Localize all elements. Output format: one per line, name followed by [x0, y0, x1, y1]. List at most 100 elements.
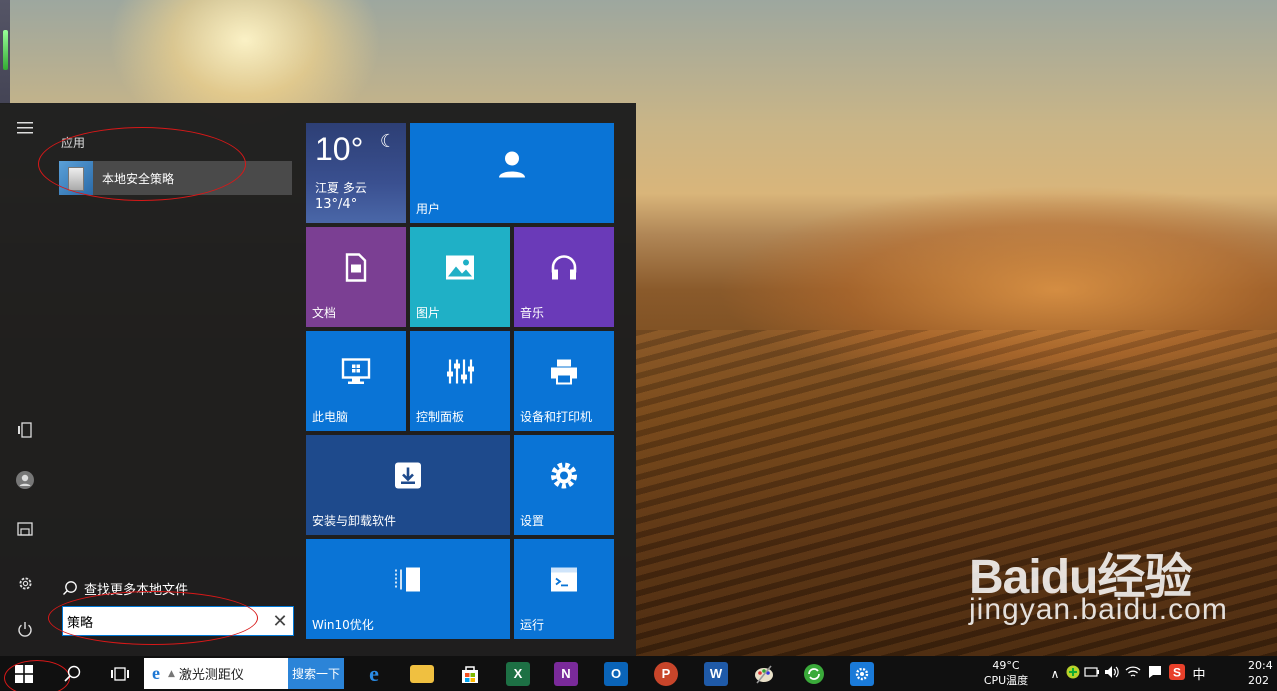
taskbar-edge[interactable]: e [350, 656, 398, 691]
tile-devices-printers[interactable]: 设备和打印机 [514, 331, 614, 431]
network-icon[interactable] [1122, 665, 1144, 682]
taskbar-refresh-app[interactable] [790, 656, 838, 691]
section-label-apps: 应用 [61, 136, 86, 150]
store-icon [462, 665, 478, 683]
tile-run[interactable]: 运行 [514, 539, 614, 639]
tile-label: 运行 [520, 618, 545, 632]
headphones-icon [549, 253, 579, 286]
install-box-icon [393, 461, 423, 494]
picture-icon [445, 255, 475, 284]
address-text: 激光测距仪 [178, 668, 244, 683]
tile-label: 设置 [520, 514, 545, 528]
tile-label: 控制面板 [416, 410, 465, 424]
taskbar-search-button[interactable] [48, 656, 96, 691]
printer-icon [549, 358, 579, 389]
tile-music[interactable]: 音乐 [514, 227, 614, 327]
more-files-label: 查找更多本地文件 [84, 582, 189, 598]
address-toolbar[interactable]: e ▲ 激光测距仪 [144, 658, 288, 689]
sogou-icon[interactable]: S [1166, 664, 1188, 683]
taskbar-file-explorer[interactable] [398, 656, 446, 691]
sliders-icon [445, 358, 475, 389]
taskbar-onenote[interactable]: N [542, 656, 590, 691]
tile-label: Win10优化 [312, 618, 374, 632]
volume-icon[interactable] [1102, 665, 1122, 682]
ime-indicator[interactable]: 中 [1188, 664, 1210, 683]
result-local-security-policy[interactable]: 本地安全策略 [59, 161, 292, 195]
taskbar-excel[interactable]: X [494, 656, 542, 691]
system-tray: ∧ S 中 [1046, 656, 1210, 691]
tile-label: 文档 [312, 306, 337, 320]
paint-icon [755, 664, 773, 684]
search-icon [63, 581, 77, 595]
tile-documents[interactable]: 文档 [306, 227, 406, 327]
start-search-box: ✕ [62, 606, 294, 636]
run-icon [549, 566, 579, 597]
tile-label: 音乐 [520, 306, 545, 320]
tablet-mode-icon[interactable] [0, 410, 50, 450]
onenote-icon: N [554, 661, 578, 686]
menu-icon[interactable] [0, 108, 50, 148]
baidu-watermark: Baidu经验 jingyan.baidu.com [969, 537, 1269, 647]
tile-users[interactable]: 用户 [410, 123, 614, 223]
tile-settings[interactable]: 设置 [514, 435, 614, 535]
tile-install-uninstall[interactable]: 安装与卸载软件 [306, 435, 510, 535]
taskbar-outlook[interactable]: O [592, 656, 640, 691]
excel-icon: X [506, 661, 530, 686]
battery-icon[interactable] [1082, 666, 1102, 681]
tile-pictures[interactable]: 图片 [410, 227, 510, 327]
file-explorer-icon [410, 664, 434, 683]
show-hidden-icons[interactable]: ∧ [1046, 667, 1064, 681]
ie-icon: e [152, 663, 160, 683]
start-menu: 应用 本地安全策略 查找更多本地文件 ✕ 10° ☾ 江夏 多云 13°/4° … [0, 103, 636, 656]
power-icon[interactable] [0, 609, 50, 649]
cpu-monitor[interactable]: 49°C CPU温度 [978, 658, 1034, 688]
chevron-down-icon[interactable]: ▲ [168, 669, 175, 679]
edge-icon: e [369, 660, 379, 686]
user-icon [497, 149, 527, 182]
search-results: 应用 本地安全策略 查找更多本地文件 ✕ [38, 103, 300, 656]
clock[interactable]: 20:4 202 [1248, 658, 1273, 688]
address-search-button[interactable]: 搜索一下 [288, 658, 344, 689]
taskbar-settings-app[interactable] [838, 656, 886, 691]
weather-range: 13°/4° [315, 197, 358, 212]
search-input[interactable] [63, 608, 267, 634]
gear-icon [548, 460, 580, 495]
clock-date: 202 [1248, 674, 1269, 687]
taskbar-paint[interactable] [740, 656, 788, 691]
taskbar-word[interactable]: W [692, 656, 740, 691]
tile-control-panel[interactable]: 控制面板 [410, 331, 510, 431]
tile-this-pc[interactable]: 此电脑 [306, 331, 406, 431]
meter-bar [3, 30, 8, 70]
task-view-button[interactable] [96, 656, 144, 691]
file-explorer-icon[interactable] [0, 509, 50, 549]
weather-location: 江夏 多云 [315, 181, 367, 195]
tile-label: 此电脑 [312, 410, 349, 424]
settings-app-icon [850, 661, 874, 686]
tile-win10-optimize[interactable]: Win10优化 [306, 539, 510, 639]
task-view-icon [111, 666, 129, 681]
settings-icon[interactable] [0, 563, 50, 603]
svg-text:S: S [1173, 666, 1181, 680]
outlook-icon: O [604, 661, 628, 686]
search-more-files[interactable]: 查找更多本地文件 [62, 578, 188, 598]
taskbar-powerpoint[interactable]: P [642, 656, 690, 691]
clear-icon[interactable]: ✕ [267, 611, 293, 632]
tile-label: 安装与卸载软件 [312, 514, 397, 528]
taskbar-store[interactable] [446, 656, 494, 691]
tile-label: 图片 [416, 306, 441, 320]
security-policy-icon [59, 161, 93, 195]
account-icon[interactable] [0, 460, 50, 500]
watermark-url: jingyan.baidu.com [969, 593, 1228, 626]
tile-weather[interactable]: 10° ☾ 江夏 多云 13°/4° [306, 123, 406, 223]
start-button[interactable] [0, 656, 48, 691]
windows-logo-icon [15, 664, 33, 683]
refresh-app-icon [804, 663, 824, 684]
plus-app-icon[interactable] [1064, 665, 1082, 682]
cpu-temp: 49°C [992, 659, 1020, 672]
tile-label: 用户 [416, 202, 441, 216]
cpu-label: CPU温度 [983, 674, 1029, 687]
action-center-icon[interactable] [1144, 665, 1166, 682]
search-icon [64, 665, 81, 682]
document-icon [343, 253, 369, 286]
desktop-widget-strip [0, 0, 10, 104]
